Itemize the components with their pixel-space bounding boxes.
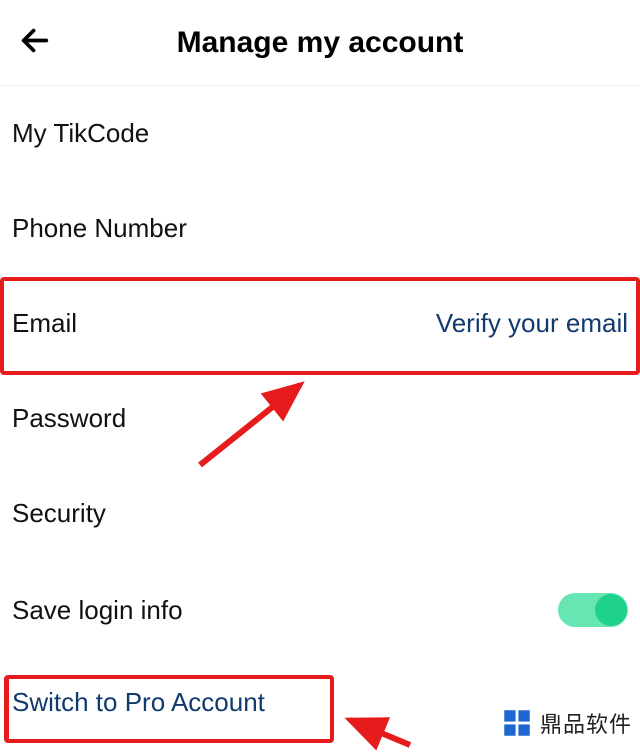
row-label: My TikCode	[12, 118, 149, 149]
header-bar: Manage my account	[0, 0, 640, 86]
row-email[interactable]: Email Verify your email	[0, 276, 640, 371]
row-label: Phone Number	[12, 213, 187, 244]
row-phone-number[interactable]: Phone Number	[0, 181, 640, 276]
settings-list: My TikCode Phone Number Email Verify you…	[0, 86, 640, 730]
back-arrow-icon[interactable]	[18, 23, 52, 62]
watermark: 鼎品软件	[500, 706, 632, 740]
verify-email-link[interactable]: Verify your email	[436, 308, 628, 339]
page-title: Manage my account	[177, 26, 464, 60]
toggle-knob	[595, 594, 627, 626]
watermark-logo-icon	[500, 706, 534, 740]
row-label: Save login info	[12, 595, 183, 626]
row-label: Email	[12, 308, 77, 339]
row-label: Password	[12, 403, 126, 434]
row-tikcode[interactable]: My TikCode	[0, 86, 640, 181]
row-security[interactable]: Security	[0, 466, 640, 561]
save-login-toggle[interactable]	[558, 593, 628, 627]
row-save-login[interactable]: Save login info	[0, 561, 640, 659]
row-password[interactable]: Password	[0, 371, 640, 466]
watermark-text: 鼎品软件	[540, 707, 632, 739]
row-label: Security	[12, 498, 106, 529]
